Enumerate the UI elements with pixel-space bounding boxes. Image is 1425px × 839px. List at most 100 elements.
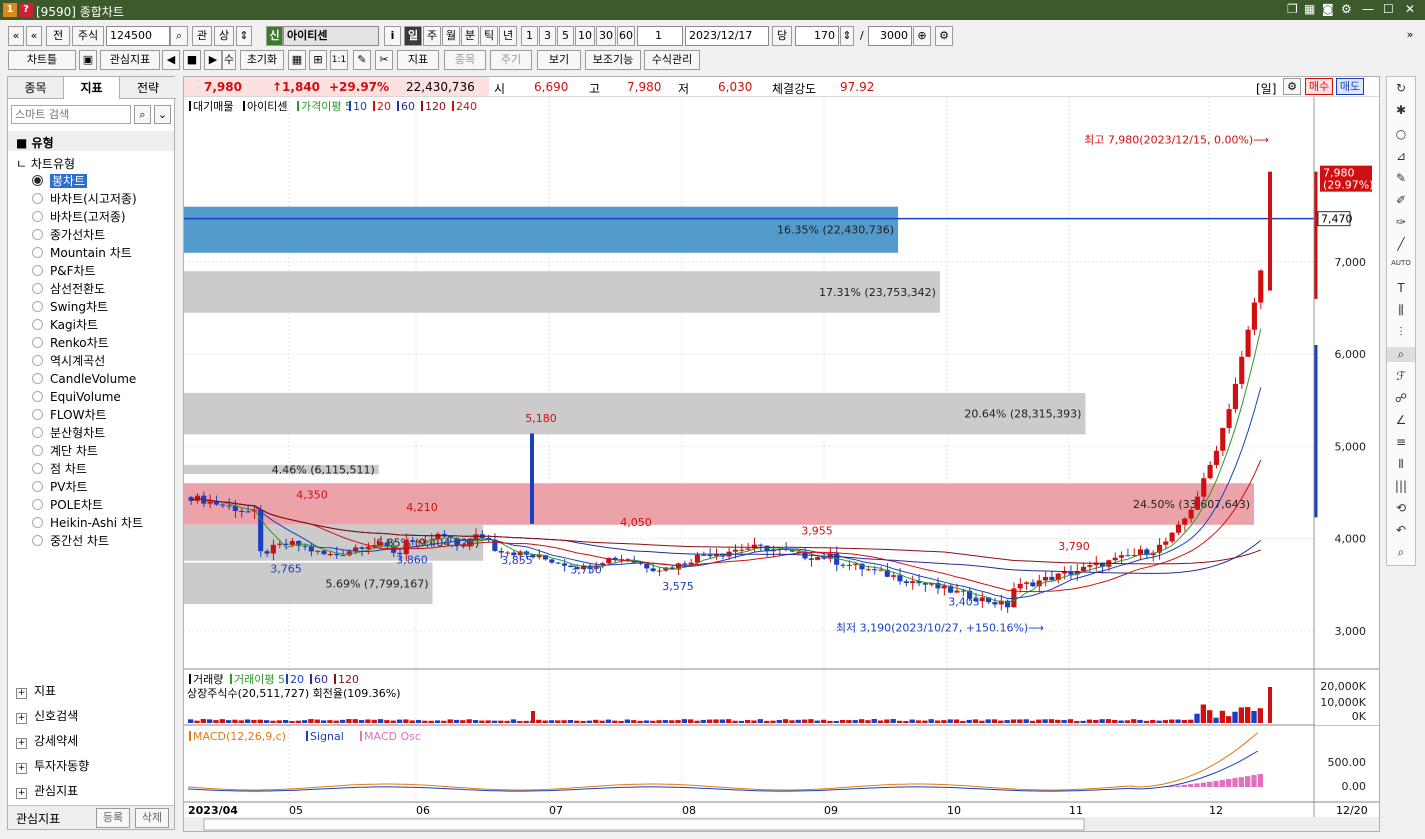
- gear-icon[interactable]: ⚙: [1341, 2, 1352, 16]
- close-icon[interactable]: ✕: [1405, 2, 1415, 16]
- help-icon[interactable]: ?: [19, 3, 33, 17]
- num-1-button[interactable]: 1: [521, 26, 538, 46]
- max-bars-input[interactable]: 3000: [868, 26, 912, 46]
- chart-type-item[interactable]: 분산형차트: [32, 424, 105, 442]
- auto-icon[interactable]: AUTO: [1387, 259, 1415, 267]
- jongmok-button[interactable]: 종목: [444, 50, 486, 70]
- chart-type-item[interactable]: 종가선차트: [32, 226, 105, 244]
- marker-icon[interactable]: ✑: [1387, 215, 1415, 229]
- cycle-icon[interactable]: ⟲: [1387, 501, 1415, 515]
- angle-icon[interactable]: ∠: [1387, 413, 1415, 427]
- scroll-right-icon[interactable]: ▶: [204, 50, 222, 70]
- buy-button[interactable]: 매수: [1305, 78, 1333, 95]
- chart-type-item[interactable]: PV차트: [32, 478, 88, 496]
- indicator-button[interactable]: 관심지표: [100, 50, 160, 70]
- pencil-icon[interactable]: ✎: [353, 50, 371, 70]
- minimize-icon[interactable]: —: [1362, 2, 1374, 16]
- grid-icon[interactable]: ▦: [1304, 2, 1315, 16]
- chart-type-item[interactable]: 바차트(고저종): [32, 208, 126, 226]
- period-month-button[interactable]: 월: [442, 26, 460, 46]
- chart-type-item[interactable]: 삼선전환도: [32, 280, 105, 298]
- chart-type-item[interactable]: Renko차트: [32, 334, 109, 352]
- chart-type-item[interactable]: 바차트(시고저종): [32, 190, 137, 208]
- updown-stepper-icon[interactable]: ⇕: [236, 26, 252, 46]
- camera-icon[interactable]: ◙: [1322, 2, 1334, 16]
- num-5-button[interactable]: 5: [557, 26, 574, 46]
- tab-stocks[interactable]: 종목: [8, 77, 64, 99]
- zoom-icon[interactable]: ⌕: [1387, 347, 1415, 362]
- chart-type-item[interactable]: POLE차트: [32, 496, 103, 514]
- chart-settings-icon[interactable]: ⚙: [1283, 78, 1301, 95]
- vertical-lines-icon[interactable]: |||: [1387, 479, 1415, 493]
- grid-lines-icon[interactable]: ⦀: [1387, 457, 1415, 472]
- bogi-button[interactable]: 보기: [537, 50, 581, 70]
- period-tick-button[interactable]: 틱: [480, 26, 498, 46]
- delete-button[interactable]: 삭제: [135, 808, 169, 828]
- pencil-tool-icon[interactable]: ✎: [1387, 171, 1415, 185]
- chart-type-item[interactable]: Mountain 차트: [32, 244, 132, 262]
- stop-icon[interactable]: ■: [183, 50, 201, 70]
- gann-icon[interactable]: ☍: [1387, 391, 1415, 405]
- circle-icon[interactable]: ○: [1387, 127, 1415, 141]
- section-favorite-indicators[interactable]: + 관심지표: [16, 782, 78, 799]
- search-icon[interactable]: ⌕: [134, 105, 151, 124]
- count-select[interactable]: 1: [637, 26, 683, 46]
- chart-type-item[interactable]: Kagi차트: [32, 316, 98, 334]
- chart-type-item[interactable]: P&F차트: [32, 262, 96, 280]
- bars-input[interactable]: 170: [795, 26, 839, 46]
- chart-type-item[interactable]: 점 차트: [32, 460, 87, 478]
- period-year-button[interactable]: 년: [499, 26, 517, 46]
- save-icon[interactable]: ▣: [79, 50, 97, 70]
- restore-icon[interactable]: ❐: [1287, 2, 1298, 16]
- magnify-icon[interactable]: ⌕: [1387, 545, 1415, 560]
- chart-type-item[interactable]: 중간선 차트: [32, 532, 109, 550]
- type-select[interactable]: 주식: [72, 26, 104, 46]
- section-type[interactable]: ■ 유형: [16, 134, 54, 151]
- text-icon[interactable]: T: [1387, 281, 1415, 295]
- chart-type-item[interactable]: 계단 차트: [32, 442, 98, 460]
- num-10-button[interactable]: 10: [575, 26, 595, 46]
- group-chart-type[interactable]: ㄴ 차트유형: [16, 155, 75, 172]
- line-icon[interactable]: ╱: [1387, 237, 1415, 251]
- undo-icon[interactable]: ↶: [1387, 523, 1415, 537]
- chart-type-item[interactable]: FLOW차트: [32, 406, 107, 424]
- section-indicators[interactable]: + 지표: [16, 682, 56, 699]
- chart-type-item[interactable]: CandleVolume: [32, 370, 136, 388]
- tab-indicators[interactable]: 지표: [64, 77, 120, 99]
- stock-code-input[interactable]: 124500: [106, 26, 170, 46]
- chart-type-item[interactable]: Swing차트: [32, 298, 108, 316]
- chart-tool-icon[interactable]: ⊿: [1387, 149, 1415, 163]
- period-day-button[interactable]: 일: [404, 26, 422, 46]
- table-icon[interactable]: ▦: [288, 50, 306, 70]
- period-week-button[interactable]: 주: [423, 26, 441, 46]
- section-signal-search[interactable]: + 신호검색: [16, 707, 78, 724]
- gwan-button[interactable]: 관: [192, 26, 212, 46]
- sang-button[interactable]: 상: [214, 26, 234, 46]
- scroll-left-icon[interactable]: ◀: [162, 50, 180, 70]
- pen-icon[interactable]: ✐: [1387, 193, 1415, 207]
- period-minute-button[interactable]: 분: [461, 26, 479, 46]
- jeon-button[interactable]: 전: [46, 26, 70, 46]
- formula-manage-button[interactable]: 수식관리: [644, 50, 700, 70]
- date-input[interactable]: 2023/12/17: [685, 26, 769, 46]
- chart-type-item[interactable]: EquiVolume: [32, 388, 121, 406]
- ratio-button[interactable]: 1:1: [330, 50, 348, 70]
- chart-type-item[interactable]: 역시계곡선: [32, 352, 105, 370]
- bars-stepper-icon[interactable]: ⇕: [840, 26, 854, 46]
- section-strength[interactable]: + 강세약세: [16, 732, 78, 749]
- channel-icon[interactable]: ≡: [1387, 435, 1415, 449]
- prev-button[interactable]: «: [26, 26, 42, 46]
- num-30-button[interactable]: 30: [596, 26, 616, 46]
- dang-button[interactable]: 당: [772, 26, 792, 46]
- num-3-button[interactable]: 3: [539, 26, 556, 46]
- expand-right-button[interactable]: »: [1402, 26, 1418, 46]
- reset-button[interactable]: 초기화: [240, 50, 284, 70]
- aux-function-button[interactable]: 보조기능: [585, 50, 641, 70]
- candle-icon[interactable]: ⫼: [1387, 303, 1415, 318]
- num-60-button[interactable]: 60: [617, 26, 635, 46]
- maximize-icon[interactable]: ☐: [1383, 2, 1394, 16]
- refresh-icon[interactable]: ↻: [1387, 81, 1415, 95]
- stock-name-field[interactable]: 아이티센: [283, 26, 379, 46]
- su-button[interactable]: 수: [222, 50, 236, 70]
- fibonacci-icon[interactable]: ℱ: [1387, 369, 1415, 383]
